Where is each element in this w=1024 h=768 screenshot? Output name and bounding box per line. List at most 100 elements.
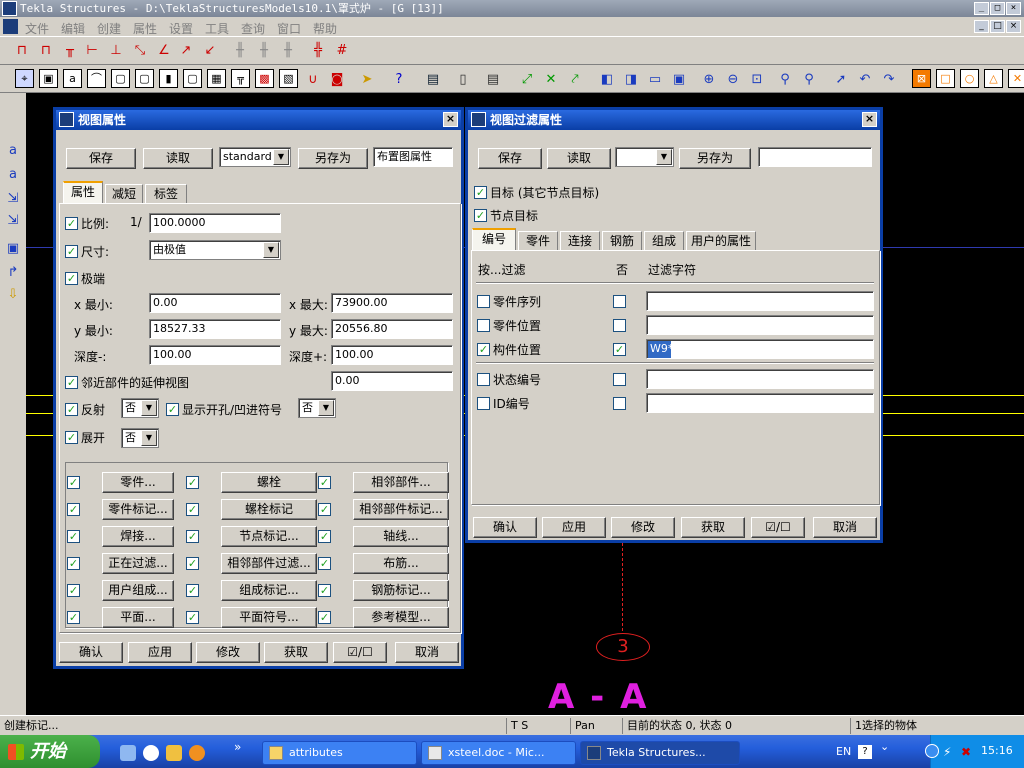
- tab-part[interactable]: 零件: [518, 231, 558, 250]
- toggle-all-button[interactable]: ☑/☐: [751, 517, 805, 538]
- object-button[interactable]: 节点标记...: [221, 526, 317, 547]
- grid-tool-icon[interactable]: #: [334, 43, 350, 59]
- mark-tool-icon-3[interactable]: ╫: [280, 43, 296, 59]
- snap-triangle-icon[interactable]: △: [984, 69, 1003, 88]
- object-button[interactable]: 正在过滤...: [102, 553, 174, 574]
- dim-tool-icon-6[interactable]: ⤡: [132, 43, 148, 59]
- window-icon-2[interactable]: ◨: [623, 72, 639, 88]
- object-checkbox[interactable]: ✓: [186, 557, 199, 570]
- scale-input[interactable]: 100.0000: [149, 213, 281, 233]
- object-button[interactable]: 平面符号...: [221, 607, 317, 628]
- tab-connection[interactable]: 连接: [560, 231, 600, 250]
- filter-row-not-checkbox[interactable]: ✓: [613, 343, 626, 356]
- read-button[interactable]: 读取: [547, 148, 611, 169]
- object-button[interactable]: 轴线...: [353, 526, 449, 547]
- dim-tool-icon-2[interactable]: ⊓: [38, 43, 54, 59]
- modify-button[interactable]: 修改: [611, 517, 675, 538]
- tab-rebar[interactable]: 钢筋: [602, 231, 642, 250]
- menu-create[interactable]: 创建: [97, 20, 121, 37]
- object-button[interactable]: 用户组成...: [102, 580, 174, 601]
- snap-circle-icon[interactable]: ○: [960, 69, 979, 88]
- select-bolt-icon[interactable]: ▮: [159, 69, 178, 88]
- redo-icon[interactable]: ↷: [881, 72, 897, 88]
- filter-row-input[interactable]: [646, 393, 874, 413]
- save-as-button[interactable]: 另存为: [679, 148, 751, 169]
- ymin-input[interactable]: 18527.33: [149, 319, 281, 339]
- object-checkbox[interactable]: ✓: [186, 530, 199, 543]
- dim-tool-icon-4[interactable]: ⊢: [84, 43, 100, 59]
- player-quicklaunch-icon[interactable]: [189, 745, 205, 761]
- object-button[interactable]: 相邻部件标记...: [353, 499, 449, 520]
- tray-collapse-icon[interactable]: [925, 744, 939, 758]
- help-quicklaunch-icon[interactable]: [143, 745, 159, 761]
- start-button[interactable]: 开始: [0, 735, 100, 768]
- preset-select[interactable]: ▼: [615, 147, 674, 167]
- filter-row-input[interactable]: [646, 291, 874, 311]
- expand-quicklaunch-icon[interactable]: »: [234, 740, 241, 754]
- security-icon[interactable]: ✖: [961, 745, 971, 759]
- close-icon[interactable]: ×: [443, 112, 458, 127]
- tab-label[interactable]: 标签: [145, 184, 187, 203]
- object-button[interactable]: 布筋...: [353, 553, 449, 574]
- save-as-button[interactable]: 另存为: [298, 148, 368, 169]
- select-grid-icon[interactable]: ▦: [207, 69, 226, 88]
- snap-square-icon[interactable]: □: [936, 69, 955, 88]
- object-button[interactable]: 零件...: [102, 472, 174, 493]
- tab-properties[interactable]: 属性: [63, 181, 103, 203]
- document-icon[interactable]: [3, 19, 18, 34]
- object-checkbox[interactable]: ✓: [67, 611, 80, 624]
- object-button[interactable]: 零件标记...: [102, 499, 174, 520]
- tab-shortening[interactable]: 减短: [105, 184, 143, 203]
- doc-close-button[interactable]: ×: [1006, 20, 1021, 33]
- object-checkbox[interactable]: ✓: [67, 557, 80, 570]
- filter-row-not-checkbox[interactable]: [613, 295, 626, 308]
- select-part-icon[interactable]: ▣: [39, 69, 58, 88]
- snap-icon-2[interactable]: ✕: [543, 72, 559, 88]
- xmin-input[interactable]: 0.00: [149, 293, 281, 313]
- ok-button[interactable]: 确认: [473, 517, 537, 538]
- select-all-icon[interactable]: ⌖: [15, 69, 34, 88]
- menu-query[interactable]: 查询: [241, 20, 265, 37]
- menu-edit[interactable]: 编辑: [61, 20, 85, 37]
- menu-setup[interactable]: 设置: [169, 20, 193, 37]
- dim-tool-icon-9[interactable]: ↙: [202, 43, 218, 59]
- text-tool-icon-3[interactable]: ⇲: [5, 191, 21, 207]
- close-icon[interactable]: ×: [862, 112, 877, 127]
- menu-properties[interactable]: 属性: [133, 20, 157, 37]
- erase-icon[interactable]: ◙: [329, 72, 345, 88]
- menu-file[interactable]: 文件: [25, 20, 49, 37]
- text-tool-icon-1[interactable]: a: [5, 143, 21, 159]
- object-checkbox[interactable]: ✓: [318, 611, 331, 624]
- filter-row-checkbox[interactable]: [477, 397, 490, 410]
- media-quicklaunch-icon[interactable]: [166, 745, 182, 761]
- symbol-tool-icon[interactable]: ▣: [5, 241, 21, 257]
- filter-row-checkbox[interactable]: [477, 295, 490, 308]
- window-icon-1[interactable]: ◧: [599, 72, 615, 88]
- window-icon-4[interactable]: ▣: [671, 72, 687, 88]
- read-button[interactable]: 读取: [143, 148, 213, 169]
- task-word[interactable]: xsteel.doc - Mic...: [421, 741, 576, 765]
- dim-tool-icon-1[interactable]: ⊓: [14, 43, 30, 59]
- help-pointer-icon[interactable]: ?: [391, 72, 407, 88]
- menu-window[interactable]: 窗口: [277, 20, 301, 37]
- select-view-icon[interactable]: ▢: [135, 69, 154, 88]
- select-hatch-icon[interactable]: ▩: [255, 69, 274, 88]
- snap-icon-1[interactable]: ⤢: [519, 72, 535, 88]
- object-button[interactable]: 组成标记...: [221, 580, 317, 601]
- help-tray-icon[interactable]: ?: [858, 745, 872, 759]
- object-checkbox[interactable]: ✓: [67, 503, 80, 516]
- show-holes-checkbox[interactable]: ✓: [166, 403, 179, 416]
- doc-restore-button[interactable]: □: [990, 20, 1005, 33]
- weld-tool-icon[interactable]: ╬: [310, 43, 326, 59]
- depth-minus-input[interactable]: 100.00: [149, 345, 281, 365]
- menu-tools[interactable]: 工具: [205, 20, 229, 37]
- filter-row-input[interactable]: W9*: [646, 339, 874, 359]
- target-checkbox[interactable]: ✓: [474, 186, 487, 199]
- object-checkbox[interactable]: ✓: [318, 476, 331, 489]
- object-button[interactable]: 平面...: [102, 607, 174, 628]
- filter-row-input[interactable]: [646, 369, 874, 389]
- text-tool-icon-2[interactable]: a: [5, 167, 21, 183]
- mirror-select[interactable]: 否 ▼: [121, 398, 159, 418]
- snap-icon-3[interactable]: ⤤: [567, 72, 583, 88]
- object-button[interactable]: 焊接...: [102, 526, 174, 547]
